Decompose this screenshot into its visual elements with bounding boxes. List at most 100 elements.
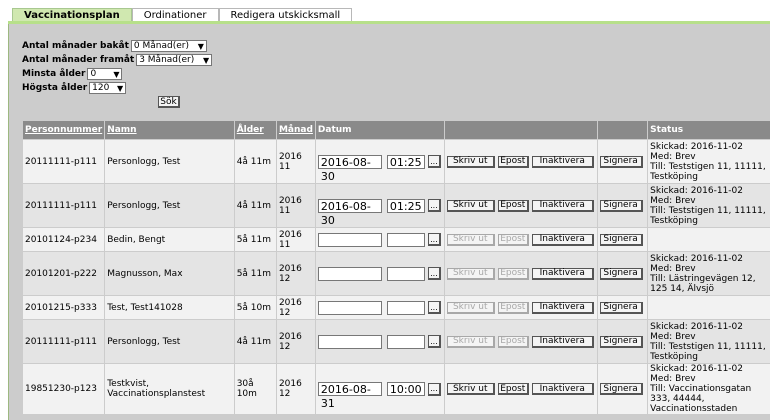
status-line: Skickad: 2016-11-02	[650, 253, 744, 264]
age-cell: 4å 11m	[233, 139, 277, 184]
name-cell: Testkvist, Vaccinationsplanstest	[104, 363, 235, 415]
status-line: Skickad: 2016-11-02	[650, 141, 744, 152]
print-button[interactable]: Skriv ut	[446, 155, 495, 168]
sign-button[interactable]: Signera	[599, 267, 643, 280]
age-cell: 5å 10m	[233, 295, 277, 320]
months-forward-select[interactable]: 3 Månad(er) ▼	[136, 54, 213, 66]
date-picker-button[interactable]: ...	[427, 267, 441, 280]
date-input[interactable]	[317, 232, 382, 247]
header-actions	[443, 120, 598, 140]
months-back-select[interactable]: 0 Månad(er) ▼	[130, 40, 207, 52]
print-button[interactable]: Skriv ut	[446, 301, 495, 314]
date-input[interactable]	[317, 266, 382, 281]
tab-redigera-utskicksmall[interactable]: Redigera utskicksmall	[218, 8, 353, 21]
sign-button[interactable]: Signera	[599, 199, 643, 212]
email-button[interactable]: Epost	[497, 155, 529, 168]
date-picker-button[interactable]: ...	[427, 301, 441, 314]
tab-ordinationer[interactable]: Ordinationer	[131, 8, 219, 21]
name-cell: Test, Test141028	[104, 295, 235, 320]
sign-button[interactable]: Signera	[599, 301, 643, 314]
status-line: Skickad: 2016-11-02	[650, 321, 744, 332]
max-age-select[interactable]: 120 ▼	[89, 82, 127, 94]
email-button[interactable]: Epost	[497, 383, 529, 395]
months-forward-label: Antal månader framåt	[22, 55, 135, 65]
time-input[interactable]	[386, 334, 425, 349]
status-cell: Skickad: 2016-11-02 Med: Brev Till: Testst…	[647, 183, 770, 228]
sign-button[interactable]: Signera	[599, 155, 643, 168]
month-cell: 2016 11	[275, 183, 316, 228]
print-button[interactable]: Skriv ut	[446, 267, 495, 280]
sort-namn[interactable]: Namn	[107, 125, 136, 135]
status-line: Till: Teststigen 11, 11111, Testköping	[650, 161, 766, 182]
time-input[interactable]	[386, 266, 425, 281]
status-cell: Skickad: 2016-11-02 Med: Brev Till: Testst…	[647, 139, 770, 184]
name-cell: Personlogg, Test	[104, 139, 235, 184]
deactivate-button[interactable]: Inaktivera	[531, 199, 594, 212]
age-cell: 4å 11m	[233, 319, 277, 364]
date-picker-button[interactable]: ...	[427, 199, 441, 212]
pnr-cell: 20101201-p222	[21, 251, 106, 296]
pnr-cell: 19851230-p123	[21, 363, 106, 415]
time-input[interactable]	[386, 232, 425, 247]
print-button[interactable]: Skriv ut	[446, 383, 495, 395]
print-button[interactable]: Skriv ut	[446, 199, 495, 212]
date-input[interactable]	[317, 300, 382, 315]
pnr-cell: 20101124-p234	[21, 227, 106, 252]
table-row: 20111111-p111 Personlogg, Test 4å 11m 2016 …	[21, 319, 770, 364]
deactivate-button[interactable]: Inaktivera	[531, 155, 594, 168]
date-input[interactable]: 2016-08-30	[317, 198, 382, 227]
email-button[interactable]: Epost	[497, 233, 529, 246]
table-header-row: Personnummer Namn Ålder Månad Datum Stat…	[21, 120, 770, 140]
search-button[interactable]: Sök	[158, 96, 180, 108]
date-picker-button[interactable]: ...	[427, 233, 441, 246]
print-button[interactable]: Skriv ut	[446, 335, 495, 348]
sign-button[interactable]: Signera	[599, 335, 643, 348]
age-cell: 5å 11m	[233, 227, 277, 252]
sign-button[interactable]: Signera	[599, 383, 643, 395]
status-cell	[647, 227, 770, 252]
status-line: Till: Vaccinationsgatan 333, 44444, Vacc…	[650, 384, 752, 414]
pnr-cell: 20111111-p111	[21, 139, 106, 184]
header-datum: Datum	[314, 120, 445, 140]
table-row: 20101124-p234 Bedin, Bengt 5å 11m 2016 11..…	[21, 227, 770, 252]
email-button[interactable]: Epost	[497, 199, 529, 212]
date-input[interactable]: 2016-08-30	[317, 154, 382, 183]
header-status: Status	[647, 120, 770, 140]
month-cell: 2016 12	[275, 363, 316, 415]
deactivate-button[interactable]: Inaktivera	[531, 267, 594, 280]
date-input[interactable]: 2016-08-31	[317, 382, 382, 410]
email-button[interactable]: Epost	[497, 267, 529, 280]
sign-button[interactable]: Signera	[599, 233, 643, 246]
min-age-select[interactable]: 0 ▼	[87, 68, 123, 80]
deactivate-button[interactable]: Inaktivera	[531, 383, 594, 395]
time-input[interactable]: 01:25	[386, 154, 425, 169]
tab-vaccinationsplan[interactable]: Vaccinationsplan	[12, 8, 132, 21]
status-cell	[647, 295, 770, 320]
status-line: Med: Brev	[650, 195, 696, 206]
date-picker-button[interactable]: ...	[427, 335, 441, 348]
deactivate-button[interactable]: Inaktivera	[531, 335, 594, 348]
print-button[interactable]: Skriv ut	[446, 233, 495, 246]
sort-manad[interactable]: Månad	[279, 125, 313, 135]
status-line: Till: Teststigen 11, 11111, Testköping	[650, 341, 766, 362]
age-cell: 30å 10m	[233, 363, 277, 415]
date-picker-button[interactable]: ...	[427, 155, 441, 168]
sort-personnummer[interactable]: Personnummer	[25, 125, 102, 135]
date-input[interactable]	[317, 334, 382, 349]
email-button[interactable]: Epost	[497, 301, 529, 314]
time-input[interactable]: 01:25	[386, 198, 425, 213]
name-cell: Bedin, Bengt	[104, 227, 235, 252]
date-picker-button[interactable]: ...	[427, 382, 441, 396]
deactivate-button[interactable]: Inaktivera	[531, 233, 594, 246]
table-row: 19851230-p123 Testkvist, Vaccinationsplan…	[21, 363, 770, 415]
status-cell: Skickad: 2016-11-02 Med: Brev Till: Testst…	[647, 319, 770, 364]
name-cell: Personlogg, Test	[104, 183, 235, 228]
status-line: Skickad: 2016-11-02	[650, 185, 744, 196]
email-button[interactable]: Epost	[497, 335, 529, 348]
sort-alder[interactable]: Ålder	[237, 125, 264, 135]
table-row: 20101215-p333 Test, Test141028 5å 10m 2016 …	[21, 295, 770, 320]
table-row: 20111111-p111 Personlogg, Test 4å 11m 2016 …	[21, 139, 770, 184]
time-input[interactable]	[386, 300, 425, 315]
time-input[interactable]: 10:00	[386, 382, 425, 396]
deactivate-button[interactable]: Inaktivera	[531, 301, 594, 314]
